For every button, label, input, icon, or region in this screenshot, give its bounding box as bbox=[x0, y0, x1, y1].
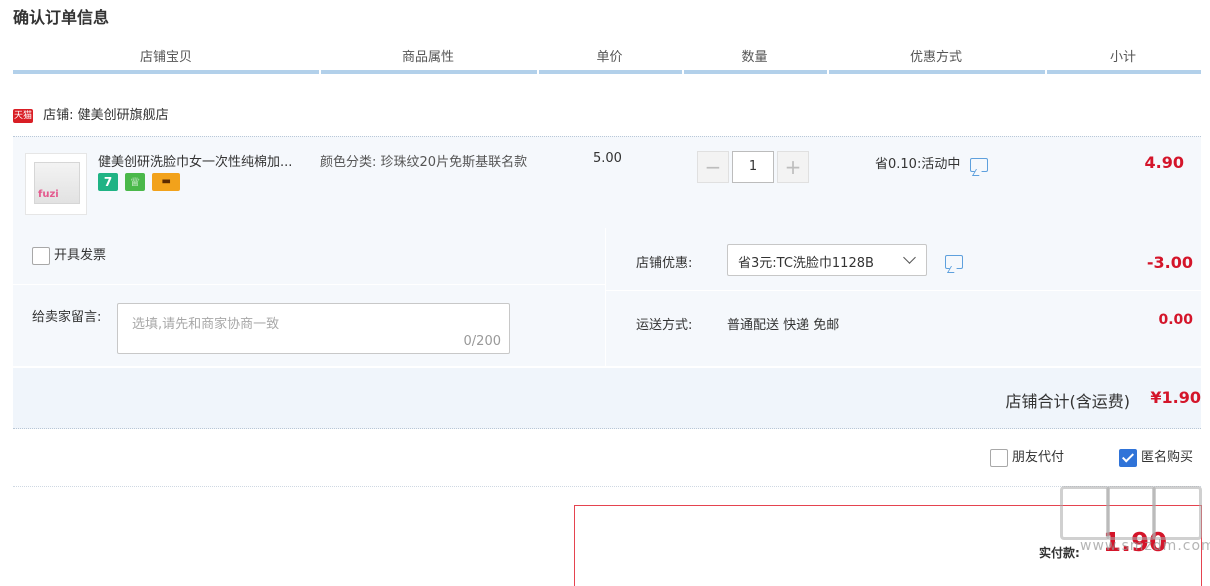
actual-payment-amount: 1.90 bbox=[1103, 528, 1168, 558]
order-item-row: fuzi 健美创研洗脸巾女一次性纯棉加... 7 ♕ ▬ 颜色分类: 珍珠纹20… bbox=[13, 136, 1201, 230]
options-divider bbox=[13, 284, 605, 285]
header-col-item: 店铺宝贝 bbox=[139, 50, 192, 65]
invoice-label: 开具发票 bbox=[54, 248, 107, 263]
anonymous-label: 匿名购买 bbox=[1141, 450, 1194, 465]
invoice-option[interactable]: 开具发票 bbox=[32, 246, 106, 266]
header-separator bbox=[827, 70, 829, 74]
tmall-icon: 天猫 bbox=[13, 109, 33, 123]
promo-info bbox=[945, 254, 963, 269]
payment-summary-box: 实付款: 1.90 bbox=[574, 505, 1202, 586]
item-subtotal: 4.90 bbox=[1144, 153, 1184, 172]
page-title: 确认订单信息 bbox=[13, 8, 110, 27]
options-divider bbox=[606, 290, 1201, 291]
product-image: fuzi bbox=[34, 162, 80, 204]
chevron-down-icon bbox=[903, 251, 916, 264]
header-underline bbox=[13, 70, 1201, 74]
item-discount: 省0.10:活动中 bbox=[875, 153, 989, 172]
header-col-attributes: 商品属性 bbox=[401, 50, 454, 65]
actual-payment-label: 实付款: bbox=[1039, 546, 1080, 560]
anonymous-purchase-option[interactable]: 匿名购买 bbox=[1119, 448, 1193, 468]
quantity-stepper: −1 + bbox=[697, 151, 809, 183]
shop-promo-label: 店铺优惠: bbox=[636, 256, 693, 271]
friend-pay-label: 朋友代付 bbox=[1012, 450, 1065, 465]
message-label: 给卖家留言: bbox=[32, 310, 102, 325]
shop-promo-value: 省3元:TC洗脸巾1128B bbox=[738, 256, 874, 271]
product-thumbnail[interactable]: fuzi bbox=[25, 153, 87, 215]
header-separator bbox=[537, 70, 539, 74]
quantity-increase-button[interactable]: + bbox=[777, 151, 809, 183]
message-placeholder: 选填,请先和商家协商一致 bbox=[132, 317, 280, 332]
discount-text: 省0.10:活动中 bbox=[875, 157, 961, 172]
friend-pay-option[interactable]: 朋友代付 bbox=[990, 448, 1064, 468]
shop-label: 店铺: bbox=[43, 108, 74, 123]
shop-promo-select[interactable]: 省3元:TC洗脸巾1128B bbox=[727, 244, 927, 276]
section-divider bbox=[13, 486, 1201, 487]
seller-message-textarea[interactable]: 选填,请先和商家协商一致 0/200 bbox=[117, 303, 510, 354]
product-title-link[interactable]: 健美创研洗脸巾女一次性纯棉加... bbox=[98, 151, 318, 170]
unit-price: 5.00 bbox=[593, 151, 622, 166]
seven-day-return-icon[interactable]: 7 bbox=[98, 173, 118, 191]
message-char-count: 0/200 bbox=[463, 334, 501, 349]
shipping-label: 运送方式: bbox=[636, 318, 693, 333]
header-col-discount: 优惠方式 bbox=[909, 50, 962, 65]
options-divider bbox=[605, 228, 606, 366]
discount-info-icon[interactable] bbox=[970, 157, 989, 172]
guarantee-icon[interactable]: ♕ bbox=[125, 173, 146, 191]
header-separator bbox=[1045, 70, 1047, 74]
shop-total-amount: ¥1.90 bbox=[1150, 388, 1201, 407]
sku-label: 颜色分类: bbox=[320, 155, 377, 170]
header-col-quantity: 数量 bbox=[741, 50, 768, 65]
promo-info-icon[interactable] bbox=[945, 254, 963, 269]
invoice-checkbox[interactable] bbox=[32, 247, 50, 265]
quantity-input[interactable]: 1 bbox=[732, 151, 774, 183]
header-separator bbox=[682, 70, 684, 74]
header-col-unit-price: 单价 bbox=[596, 50, 623, 65]
credit-card-icon[interactable]: ▬ bbox=[152, 173, 181, 191]
sku-value: 珍珠纹20片免斯基联名款 bbox=[380, 155, 528, 170]
product-badges: 7 ♕ ▬ bbox=[98, 173, 183, 193]
header-separator bbox=[319, 70, 321, 74]
shipping-method: 普通配送 快递 免邮 bbox=[727, 318, 840, 333]
table-header: 店铺宝贝 商品属性 单价 数量 优惠方式 小计 bbox=[13, 46, 1201, 74]
anonymous-checkbox[interactable] bbox=[1119, 449, 1137, 467]
product-sku: 颜色分类: 珍珠纹20片免斯基联名款 bbox=[320, 151, 535, 175]
product-brand-text: fuzi bbox=[38, 189, 59, 200]
shop-total-label: 店铺合计(含运费) bbox=[1005, 392, 1131, 411]
friend-pay-checkbox[interactable] bbox=[990, 449, 1008, 467]
header-col-subtotal: 小计 bbox=[1109, 50, 1136, 65]
shop-name-link[interactable]: 健美创研旗舰店 bbox=[78, 108, 169, 123]
shipping-fee: 0.00 bbox=[1158, 312, 1193, 328]
quantity-decrease-button[interactable]: − bbox=[697, 151, 729, 183]
shop-promo-amount: -3.00 bbox=[1146, 253, 1193, 272]
shop-row: 天猫 店铺: 健美创研旗舰店 bbox=[13, 104, 169, 128]
